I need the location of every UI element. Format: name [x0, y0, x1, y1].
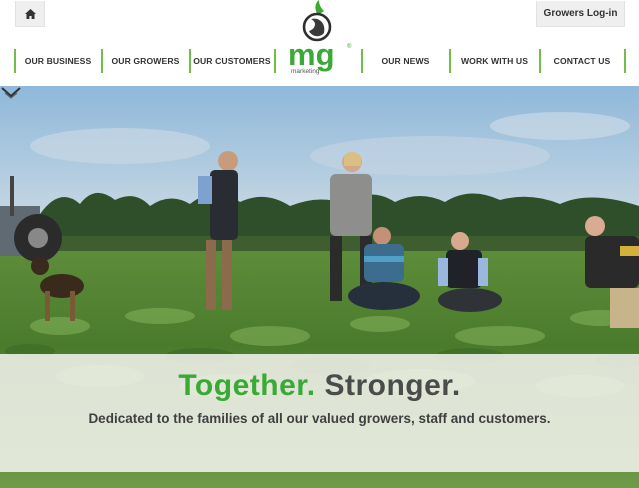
- site-header: Growers Log-in OUR BUSINESS OUR GROWERS …: [0, 0, 639, 86]
- nav-our-news[interactable]: OUR NEWS: [363, 50, 448, 72]
- mg-marketing-logo[interactable]: mg ® marketing: [284, 0, 354, 78]
- home-button[interactable]: [15, 1, 45, 27]
- chevron-down-icon[interactable]: [0, 86, 22, 100]
- home-icon: [24, 8, 36, 19]
- nav-our-customers[interactable]: OUR CUSTOMERS: [191, 50, 273, 72]
- hero-headline: Together. Stronger.: [0, 369, 639, 403]
- hero-subheadline: Dedicated to the families of all our val…: [88, 411, 551, 426]
- nav-our-business[interactable]: OUR BUSINESS: [16, 50, 100, 72]
- nav-contact-us[interactable]: CONTACT US: [541, 50, 623, 72]
- headline-together: Together.: [178, 369, 316, 402]
- svg-text:®: ®: [347, 43, 352, 50]
- headline-stronger: Stronger.: [324, 369, 461, 402]
- nav-separator: [274, 49, 276, 73]
- logo-mg-text: mg: [288, 37, 335, 72]
- growers-login-button[interactable]: Growers Log-in: [536, 1, 625, 27]
- nav-work-with-us[interactable]: WORK WITH US: [451, 50, 538, 72]
- nav-our-growers[interactable]: OUR GROWERS: [103, 50, 188, 72]
- hero-section: Together. Stronger. Dedicated to the fam…: [0, 86, 639, 488]
- nav-separator: [624, 49, 626, 73]
- logo-tagline: marketing: [291, 68, 320, 75]
